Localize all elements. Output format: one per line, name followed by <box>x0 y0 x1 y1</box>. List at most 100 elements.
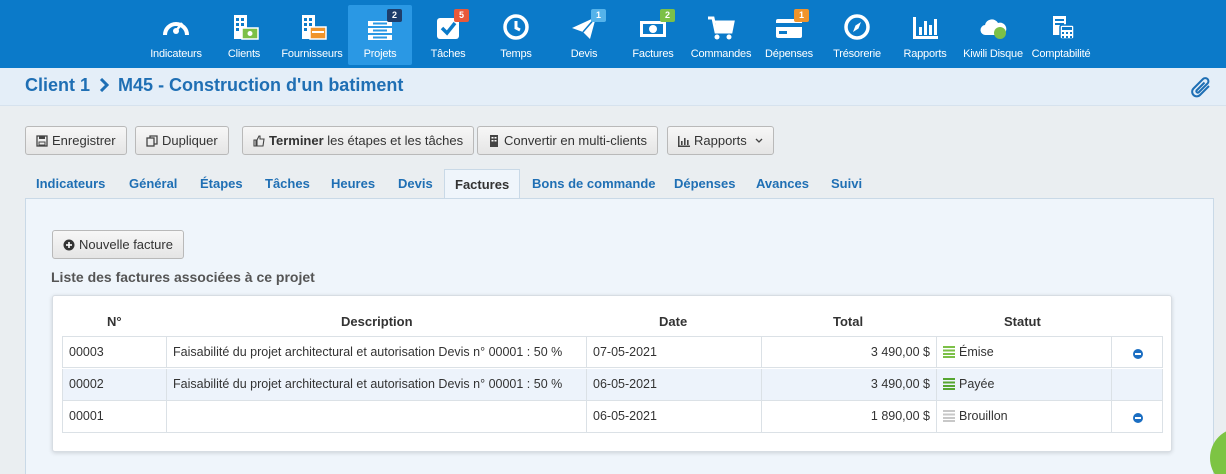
nav-label: Kiwili Disque <box>963 48 1023 60</box>
cell-description <box>167 401 587 432</box>
notification-badge: 5 <box>454 9 469 22</box>
nav-item-commandes[interactable]: Commandes <box>689 5 753 65</box>
table-row[interactable]: 00002 Faisabilité du projet architectura… <box>62 369 1163 401</box>
plus-circle-icon <box>63 239 75 251</box>
status-bars-icon <box>943 346 955 358</box>
bar-chart-icon <box>678 135 690 147</box>
tab-general[interactable]: Général <box>129 169 177 199</box>
remove-circle-icon[interactable] <box>1133 349 1143 359</box>
nav-label: Dépenses <box>765 48 813 60</box>
nav-label: Comptabilité <box>1031 48 1091 60</box>
cell-status: Payée <box>937 369 1112 400</box>
floppy-disk-icon <box>36 135 48 147</box>
table-row[interactable]: 00001 06-05-2021 1 890,00 $ Brouillon <box>62 401 1163 433</box>
nav-item-rapports[interactable]: Rapports <box>902 5 948 65</box>
cell-total: 1 890,00 $ <box>762 401 937 432</box>
cell-total: 3 490,00 $ <box>762 337 937 368</box>
nav-item-clients[interactable]: Clients <box>222 5 266 65</box>
cell-total: 3 490,00 $ <box>762 369 937 400</box>
tab-indicateurs[interactable]: Indicateurs <box>36 169 105 199</box>
compass-icon <box>842 13 872 41</box>
calculator-icon <box>1046 13 1076 41</box>
top-navigation: Indicateurs Clients Fournisseurs 2 Proje… <box>0 0 1226 68</box>
nav-item-kiwili-disque[interactable]: Kiwili Disque <box>962 5 1024 65</box>
column-header-num: N° <box>107 314 122 329</box>
convert-multi-clients-button[interactable]: Convertir en multi-clients <box>477 126 659 155</box>
page-title: Client 1 M45 - Construction d'un batimen… <box>25 75 403 96</box>
nav-label: Clients <box>227 48 261 60</box>
nav-item-comptabilite[interactable]: Comptabilité <box>1030 5 1092 65</box>
building-icon <box>488 135 500 147</box>
tab-avances[interactable]: Avances <box>756 169 809 199</box>
duplicate-button[interactable]: Dupliquer <box>135 126 229 155</box>
cell-date: 06-05-2021 <box>587 401 762 432</box>
paperclip-icon[interactable] <box>1190 74 1214 100</box>
cell-num: 00001 <box>63 401 167 432</box>
reports-dropdown-button[interactable]: Rapports <box>667 126 775 155</box>
gauge-icon <box>161 13 191 41</box>
tab-factures[interactable]: Factures <box>444 169 521 199</box>
chevron-down-icon <box>755 127 763 154</box>
cell-description: Faisabilité du projet architectural et a… <box>167 369 587 400</box>
finish-steps-tasks-button[interactable]: Terminer les étapes et les tâches <box>242 126 475 155</box>
nav-label: Commandes <box>690 48 752 60</box>
breadcrumb-project: M45 - Construction d'un batiment <box>118 75 404 95</box>
nav-item-tresorerie[interactable]: Trésorerie <box>831 5 883 65</box>
section-title: Liste des factures associées à ce projet <box>51 269 315 285</box>
clock-icon <box>501 13 531 41</box>
tab-depenses[interactable]: Dépenses <box>674 169 735 199</box>
nav-label: Factures <box>632 48 674 60</box>
cell-date: 07-05-2021 <box>587 337 762 368</box>
chevron-right-icon <box>99 75 110 96</box>
notification-badge: 2 <box>387 9 402 22</box>
remove-circle-icon[interactable] <box>1133 413 1143 423</box>
cell-date: 06-05-2021 <box>587 369 762 400</box>
nav-item-indicateurs[interactable]: Indicateurs <box>147 5 205 65</box>
column-header-date: Date <box>659 314 688 329</box>
nav-label: Temps <box>500 48 532 60</box>
bar-chart-icon <box>910 13 940 41</box>
nav-label: Rapports <box>903 48 947 60</box>
tab-suivi[interactable]: Suivi <box>831 169 862 199</box>
copy-icon <box>146 135 158 147</box>
cell-num: 00002 <box>63 369 167 400</box>
column-header-status: Statut <box>1004 314 1041 329</box>
tab-devis[interactable]: Devis <box>398 169 433 199</box>
cell-num: 00003 <box>63 337 167 368</box>
nav-label: Fournisseurs <box>281 48 343 60</box>
nav-item-temps[interactable]: Temps <box>494 5 538 65</box>
tab-taches[interactable]: Tâches <box>265 169 310 199</box>
new-invoice-button[interactable]: Nouvelle facture <box>52 230 184 259</box>
nav-item-fournisseurs[interactable]: Fournisseurs <box>279 5 345 65</box>
nav-label: Tâches <box>430 48 466 60</box>
notification-badge: 2 <box>660 9 675 22</box>
notification-badge: 1 <box>591 9 606 22</box>
nav-label: Indicateurs <box>150 48 202 60</box>
column-header-description: Description <box>341 314 413 329</box>
table-row[interactable]: 00003 Faisabilité du projet architectura… <box>62 336 1163 368</box>
nav-item-factures[interactable]: 2 Factures <box>627 5 679 65</box>
nav-item-taches[interactable]: 5 Tâches <box>426 5 470 65</box>
thumbs-up-icon <box>253 135 265 147</box>
breadcrumb-client[interactable]: Client 1 <box>25 75 90 95</box>
cart-icon <box>706 13 736 41</box>
invoices-table: N° Description Date Total Statut 00003 F… <box>52 295 1172 452</box>
cloud-icon <box>978 13 1008 41</box>
nav-item-devis[interactable]: 1 Devis <box>562 5 606 65</box>
tab-heures[interactable]: Heures <box>331 169 375 199</box>
cell-status: Brouillon <box>937 401 1112 432</box>
project-tabs: Indicateurs Général Étapes Tâches Heures… <box>25 169 1214 199</box>
nav-item-projets[interactable]: 2 Projets <box>348 5 412 65</box>
notification-badge: 1 <box>794 9 809 22</box>
nav-label: Trésorerie <box>833 48 881 60</box>
tab-bons-de-commande[interactable]: Bons de commande <box>532 169 656 199</box>
page-header: Client 1 M45 - Construction d'un batimen… <box>0 68 1226 106</box>
tab-etapes[interactable]: Étapes <box>200 169 243 199</box>
column-header-total: Total <box>833 314 864 329</box>
cell-description: Faisabilité du projet architectural et a… <box>167 337 587 368</box>
building-card-icon <box>297 13 327 41</box>
nav-item-depenses[interactable]: 1 Dépenses <box>764 5 814 65</box>
status-bars-icon <box>943 410 955 422</box>
save-button[interactable]: Enregistrer <box>25 126 127 155</box>
building-money-icon <box>229 13 259 41</box>
